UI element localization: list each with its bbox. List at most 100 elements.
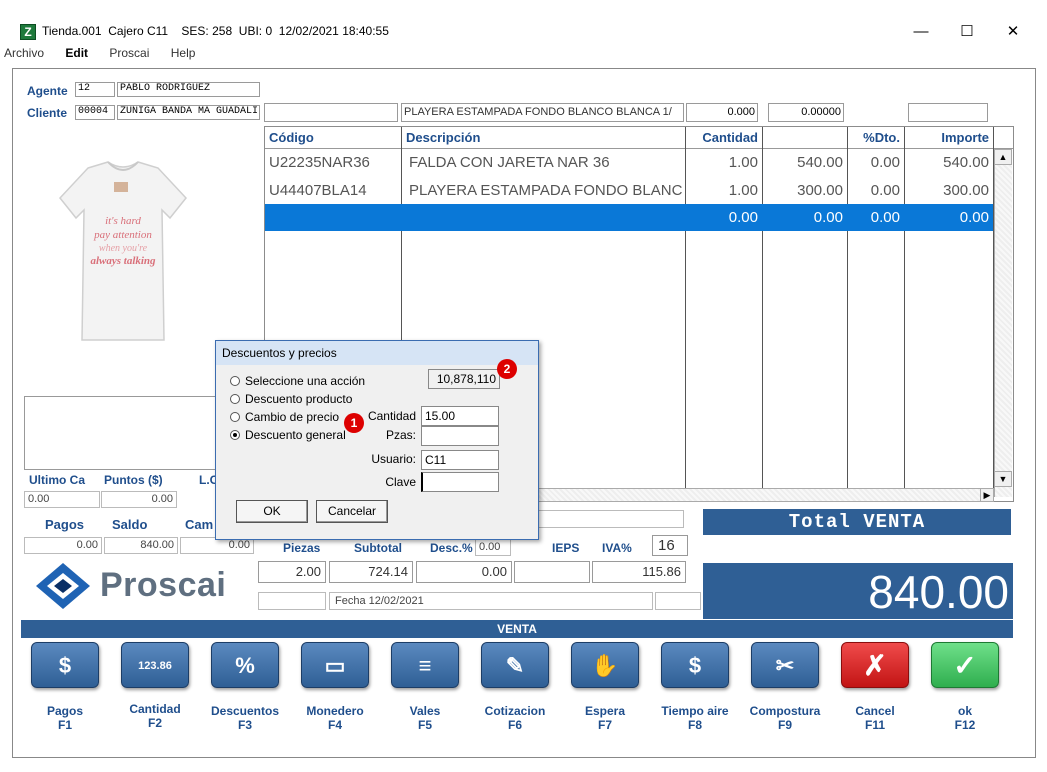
aux-field-2[interactable] <box>258 592 326 610</box>
puntos-field[interactable]: 0.00 <box>101 491 177 508</box>
app-icon: Z <box>20 24 36 40</box>
col-codigo[interactable]: Código <box>265 127 401 149</box>
iva-pct-field[interactable]: 16 <box>652 535 688 556</box>
col-dto[interactable]: %Dto. <box>848 127 904 149</box>
cancelar-dialog-button[interactable]: Cancelar <box>316 500 388 523</box>
clave-input[interactable] <box>421 472 499 492</box>
marker-2: 2 <box>497 359 517 379</box>
cell-importe: 540.00 <box>943 154 989 171</box>
svg-text:it's hard: it's hard <box>105 215 141 227</box>
pzas-input[interactable] <box>421 426 499 446</box>
tiempo-aire-button-label: Tiempo aire F8 <box>650 704 740 732</box>
edit-document-icon: ✎ <box>505 653 525 678</box>
saldo-label: Saldo <box>112 517 148 532</box>
scroll-up-icon[interactable]: ▲ <box>994 149 1012 165</box>
cotizacion-button[interactable]: ✎ <box>481 642 549 688</box>
radio-label: Seleccione una acción <box>245 374 366 388</box>
ultimo-cambio-field[interactable]: 0.00 <box>24 491 100 508</box>
svg-text:when you're: when you're <box>99 243 148 254</box>
menu-help[interactable]: Help <box>171 46 196 60</box>
agente-label: Agente <box>27 84 68 98</box>
col-importe[interactable]: Importe <box>905 127 993 149</box>
espera-button[interactable]: ✋ <box>571 642 639 688</box>
checkmark-icon: ✓ <box>953 650 977 681</box>
radio-label: Descuento general <box>245 428 346 442</box>
grid-scrollbar[interactable] <box>994 149 1012 497</box>
usuario-input[interactable]: C11 <box>421 450 499 470</box>
tiempo-aire-button[interactable]: $ <box>661 642 729 688</box>
key-shortcut: F3 <box>237 718 252 732</box>
key-name: Cantidad <box>129 702 181 716</box>
monedero-button[interactable]: ▭ <box>301 642 369 688</box>
desc-label: Desc.% <box>430 541 473 555</box>
key-name: Monedero <box>306 704 364 718</box>
ieps-label: IEPS <box>552 541 580 555</box>
radio-selected-icon <box>230 430 240 440</box>
cantidad-input[interactable]: 15.00 <box>421 406 499 426</box>
usuario-label: Usuario: <box>371 452 416 466</box>
menu-edit[interactable]: Edit <box>65 46 88 60</box>
cell-dto: 0.00 <box>870 154 900 171</box>
mode-bar: VENTA <box>21 620 1013 638</box>
maximize-button[interactable]: ☐ <box>944 20 990 44</box>
col-precio[interactable] <box>763 127 847 149</box>
cantidad-button-label: Cantidad F2 <box>110 702 200 730</box>
number-readout: 10,878,110 <box>428 369 500 389</box>
agente-code-field[interactable]: 12 <box>75 82 115 97</box>
cell-cantidad: 0.00 <box>728 209 758 226</box>
iva-label: IVA% <box>602 541 632 555</box>
ok-button[interactable]: ✓ <box>931 642 999 688</box>
cancel-button[interactable]: ✗ <box>841 642 909 688</box>
radio-label: Descuento producto <box>245 392 353 406</box>
quantity-field[interactable]: 0.000 <box>686 103 758 122</box>
ok-dialog-button[interactable]: OK <box>236 500 308 523</box>
dialog-title: Descuentos y precios <box>216 341 538 365</box>
agente-name-field[interactable]: PABLO RODRIGUEZ <box>117 82 260 97</box>
menu-proscai[interactable]: Proscai <box>109 46 149 60</box>
cliente-code-field[interactable]: 00004 <box>75 105 115 120</box>
col-descripcion[interactable]: Descripción <box>402 127 685 149</box>
clave-label: Clave <box>385 475 416 489</box>
espera-button-label: Espera F7 <box>560 704 650 732</box>
total-amount: 840.00 <box>703 563 1013 619</box>
ok-button-label: ok F12 <box>920 704 1010 732</box>
radio-descuento-general[interactable]: Descuento general <box>230 428 346 442</box>
radio-descuento-producto[interactable]: Descuento producto <box>230 392 352 406</box>
cliente-name-field[interactable]: ZUÑIGA BANDA MA GUADALI <box>117 105 260 120</box>
pagos-field[interactable]: 0.00 <box>24 537 102 554</box>
radio-cambio-precio[interactable]: Cambio de precio <box>230 410 339 424</box>
aux-field[interactable] <box>536 510 684 528</box>
scroll-right-icon[interactable]: ▶ <box>980 488 994 502</box>
cell-precio: 300.00 <box>797 182 843 199</box>
compostura-button-label: Compostura F9 <box>740 704 830 732</box>
minimize-button[interactable]: — <box>898 20 944 44</box>
extra-field[interactable] <box>908 103 988 122</box>
price-field[interactable]: 0.00000 <box>768 103 844 122</box>
desc-pct-field[interactable]: 0.00 <box>475 539 511 556</box>
pagos-button[interactable]: $ <box>31 642 99 688</box>
pagos-button-label: Pagos F1 <box>20 704 110 732</box>
vales-button[interactable]: ≡ <box>391 642 459 688</box>
radio-seleccione[interactable]: Seleccione una acción <box>230 374 365 388</box>
saldo-field[interactable]: 840.00 <box>104 537 178 554</box>
compostura-button[interactable]: ✂ <box>751 642 819 688</box>
menu-archivo[interactable]: Archivo <box>4 46 44 60</box>
pzas-label: Pzas: <box>385 428 416 442</box>
col-cantidad[interactable]: Cantidad <box>686 127 762 149</box>
cantidad-label: Cantidad <box>367 409 416 423</box>
cantidad-button[interactable]: 123.86 <box>121 642 189 688</box>
key-shortcut: F12 <box>954 718 976 732</box>
cell-dto: 0.00 <box>870 182 900 199</box>
selected-table-row[interactable]: 0.00 0.00 0.00 0.00 <box>265 204 993 231</box>
close-button[interactable]: ✕ <box>990 20 1036 44</box>
key-shortcut: F6 <box>507 718 522 732</box>
item-description-field[interactable]: PLAYERA ESTAMPADA FONDO BLANCO BLANCA 1/ <box>401 103 684 122</box>
key-name: Vales <box>409 704 441 718</box>
key-name: Cancel <box>855 704 895 718</box>
cell-cantidad: 1.00 <box>728 154 758 171</box>
scroll-down-icon[interactable]: ▼ <box>994 471 1012 487</box>
descuentos-button[interactable]: % <box>211 642 279 688</box>
aux-field-3[interactable] <box>655 592 701 610</box>
codigo-input[interactable] <box>264 103 398 122</box>
key-shortcut: F1 <box>57 718 72 732</box>
